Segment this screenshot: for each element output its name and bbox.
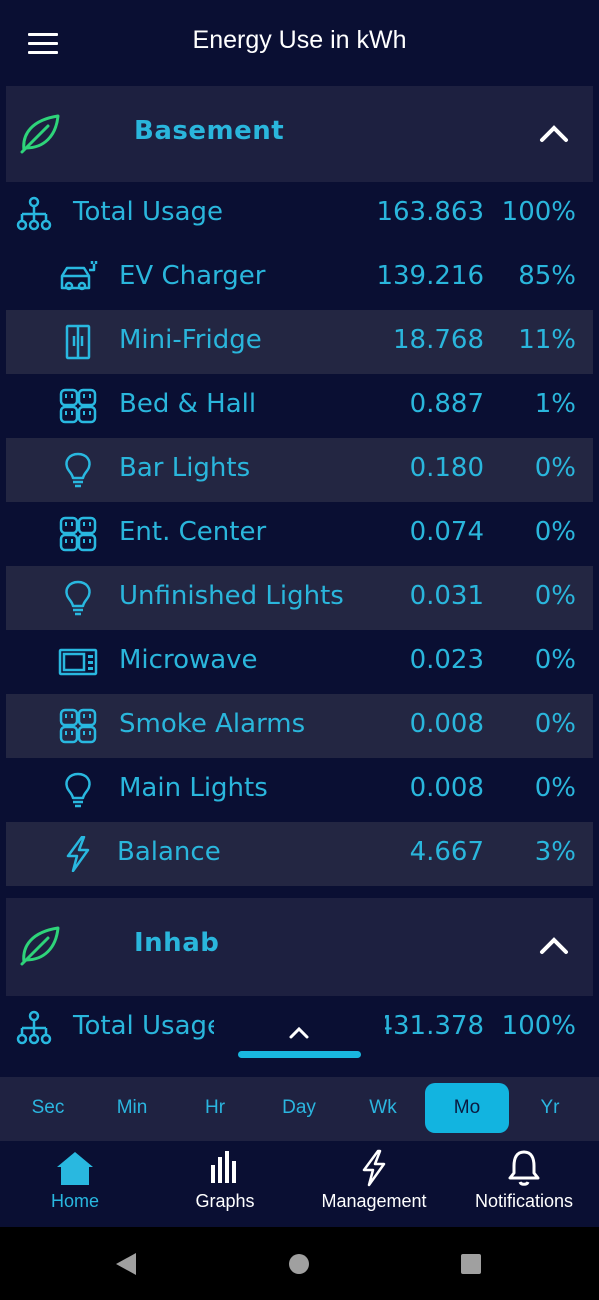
- row-value: 0.023: [409, 645, 484, 675]
- row-percent: 100%: [501, 197, 576, 227]
- row-value: 0.887: [409, 389, 484, 419]
- row-value: 0.031: [409, 581, 484, 611]
- nav-graphs[interactable]: Graphs: [150, 1141, 300, 1227]
- hierarchy-icon: [16, 196, 52, 231]
- device-row-bed-hall[interactable]: Bed & Hall 0.887 1%: [6, 374, 593, 438]
- outlet-icon: [59, 388, 97, 424]
- section-header-inhab[interactable]: Inhab: [6, 898, 593, 996]
- row-percent: 0%: [534, 645, 576, 675]
- row-percent: 1%: [534, 389, 576, 419]
- nav-notifications[interactable]: Notifications: [449, 1141, 599, 1227]
- bar-chart-icon: [211, 1151, 236, 1183]
- row-value: 18.768: [393, 325, 484, 355]
- row-percent: 3%: [534, 837, 576, 867]
- recents-icon[interactable]: [460, 1253, 482, 1275]
- drag-handle-bar: [238, 1051, 361, 1058]
- chevron-up-icon[interactable]: [539, 122, 569, 144]
- row-percent: 85%: [518, 261, 576, 291]
- system-navigation-bar: [0, 1227, 599, 1300]
- row-percent: 0%: [534, 517, 576, 547]
- home-circle-icon[interactable]: [288, 1253, 310, 1275]
- row-label: Unfinished Lights: [119, 581, 344, 611]
- nav-label: Home: [50, 1191, 99, 1211]
- device-row-bar-lights[interactable]: Bar Lights 0.180 0%: [6, 438, 593, 502]
- microwave-icon: [58, 648, 98, 676]
- app-bar: Energy Use in kWh: [0, 0, 599, 86]
- row-percent: 100%: [501, 1011, 576, 1041]
- row-value: 0.008: [409, 709, 484, 739]
- period-selector: Sec Min Hr Day Wk Mo Yr: [0, 1077, 599, 1141]
- period-day[interactable]: Day: [257, 1083, 341, 1133]
- period-wk[interactable]: Wk: [341, 1083, 425, 1133]
- lightbulb-icon: [65, 452, 91, 488]
- row-percent: 0%: [534, 773, 576, 803]
- nav-label: Notifications: [474, 1191, 574, 1211]
- row-value: 4.667: [409, 837, 484, 867]
- row-label: Microwave: [119, 645, 258, 675]
- period-drawer-handle[interactable]: [214, 1010, 385, 1078]
- nav-label: Management: [321, 1191, 427, 1211]
- row-value: 0.008: [409, 773, 484, 803]
- section-header-basement[interactable]: Basement: [6, 86, 593, 182]
- row-label: Bed & Hall: [119, 389, 257, 419]
- period-hr[interactable]: Hr: [173, 1083, 257, 1133]
- row-percent: 11%: [518, 325, 576, 355]
- device-row-microwave[interactable]: Microwave 0.023 0%: [6, 630, 593, 694]
- period-mo[interactable]: Mo: [425, 1083, 509, 1133]
- lightbulb-icon: [65, 580, 91, 616]
- outlet-icon: [59, 708, 97, 744]
- row-value: 163.863: [376, 197, 484, 227]
- chevron-up-icon: [289, 1026, 309, 1039]
- chevron-up-icon[interactable]: [539, 934, 569, 956]
- home-icon: [57, 1152, 93, 1185]
- row-label: Smoke Alarms: [119, 709, 306, 739]
- row-label: Total Usage: [73, 1011, 223, 1041]
- section-title: Inhab: [134, 928, 220, 958]
- row-value: 0.180: [409, 453, 484, 483]
- device-row-unfinished-lights[interactable]: Unfinished Lights 0.031 0%: [6, 566, 593, 630]
- nav-label: Graphs: [195, 1191, 255, 1211]
- row-label: Ent. Center: [119, 517, 267, 547]
- fridge-icon: [65, 324, 91, 360]
- device-row-main-lights[interactable]: Main Lights 0.008 0%: [6, 758, 593, 822]
- nav-home[interactable]: Home: [0, 1141, 150, 1227]
- row-value: 0.074: [409, 517, 484, 547]
- leaf-icon: [20, 926, 60, 966]
- hierarchy-icon: [16, 1010, 52, 1045]
- nav-management[interactable]: Management: [299, 1141, 449, 1227]
- lightbulb-icon: [65, 772, 91, 808]
- device-row-smoke-alarms[interactable]: Smoke Alarms 0.008 0%: [6, 694, 593, 758]
- row-value: 139.216: [376, 261, 484, 291]
- leaf-icon: [20, 114, 60, 154]
- lightning-icon: [66, 836, 90, 872]
- period-sec[interactable]: Sec: [6, 1083, 90, 1133]
- row-label: Total Usage: [73, 197, 223, 227]
- period-yr[interactable]: Yr: [508, 1083, 592, 1133]
- row-label: Mini-Fridge: [119, 325, 262, 355]
- row-percent: 0%: [534, 581, 576, 611]
- outlet-icon: [59, 516, 97, 552]
- section-title: Basement: [134, 116, 285, 146]
- page-title: Energy Use in kWh: [192, 26, 407, 54]
- period-min[interactable]: Min: [90, 1083, 174, 1133]
- row-percent: 0%: [534, 709, 576, 739]
- row-label: Main Lights: [119, 773, 268, 803]
- lightning-icon: [362, 1149, 386, 1187]
- device-row-balance[interactable]: Balance 4.667 3%: [6, 822, 593, 886]
- row-label: Balance: [117, 837, 221, 867]
- bell-icon: [508, 1150, 540, 1186]
- row-label: EV Charger: [119, 261, 266, 291]
- bottom-navigation: Home Graphs Management Notifications: [0, 1141, 599, 1227]
- device-row-ev-charger[interactable]: EV Charger 139.216 85%: [6, 246, 593, 310]
- total-usage-row[interactable]: Total Usage 163.863 100%: [6, 182, 593, 246]
- row-value: 431.378: [376, 1011, 484, 1041]
- ev-charger-icon: [60, 261, 98, 291]
- device-row-mini-fridge[interactable]: Mini-Fridge 18.768 11%: [6, 310, 593, 374]
- row-label: Bar Lights: [119, 453, 251, 483]
- device-row-ent-center[interactable]: Ent. Center 0.074 0%: [6, 502, 593, 566]
- back-icon[interactable]: [114, 1252, 138, 1276]
- row-percent: 0%: [534, 453, 576, 483]
